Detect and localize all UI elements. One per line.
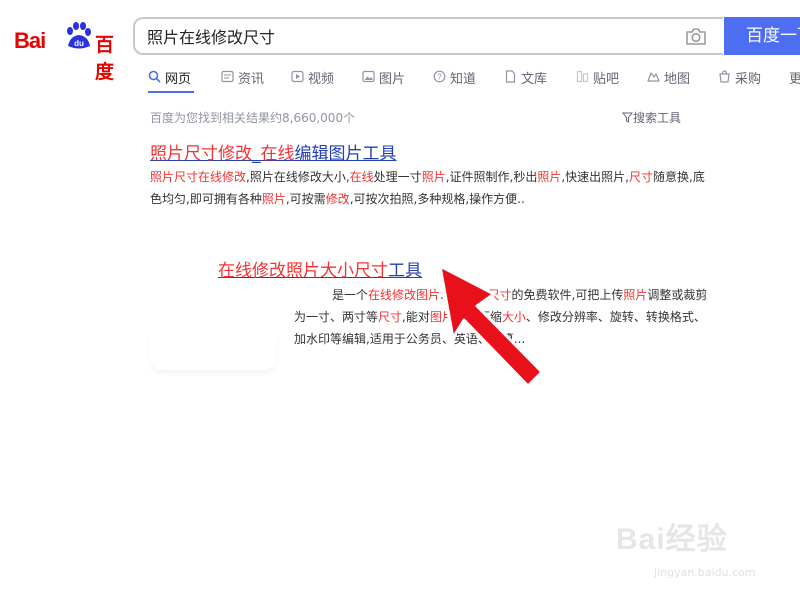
tab-purchase[interactable]: 采购 (718, 68, 761, 96)
title-segment: _ (252, 144, 261, 164)
camera-icon[interactable] (685, 26, 707, 46)
active-tab-indicator (148, 91, 194, 93)
result-card-shadow (150, 330, 276, 370)
abstract-segment: ,快速出照片, (561, 170, 629, 184)
tab-label: 资讯 (238, 72, 265, 87)
abstract-segment: 照片 (261, 192, 286, 206)
title-segment: 编辑图片工具 (294, 144, 397, 164)
paw-text: du (74, 39, 84, 48)
abstract-segment: 照片 (623, 288, 648, 302)
annotation-arrow-icon (438, 264, 544, 388)
tab-news[interactable]: 资讯 (221, 68, 264, 96)
abstract-segment: 在线 (349, 170, 374, 184)
tab-label: 贴吧 (593, 72, 620, 87)
filter-icon (621, 112, 634, 123)
abstract-segment: 照片 (421, 170, 446, 184)
search-button[interactable]: 百度一下 (724, 17, 800, 55)
tab-label: 知道 (450, 72, 477, 87)
tab-label: 更 (789, 72, 800, 87)
result-count: 百度为您找到相关结果约8,660,000个 (150, 111, 356, 125)
result-abstract-1: 照片尺寸在线修改,照片在线修改大小,在线处理一寸照片,证件照制作,秒出照片,快速… (150, 166, 710, 210)
tab-map[interactable]: 地图 (647, 68, 690, 96)
shop-icon (719, 70, 730, 83)
search-tools-label: 搜索工具 (633, 111, 682, 125)
tab-label: 视频 (308, 72, 335, 87)
search-icon (148, 70, 161, 83)
result-title-2[interactable]: 在线修改照片大小尺寸工具 (218, 256, 422, 281)
search-box[interactable] (133, 17, 723, 55)
abstract-segment: 是一个 (332, 288, 369, 302)
watermark-url: jingyan.baidu.com (654, 566, 756, 579)
tab-zhidao[interactable]: ? 知道 (433, 68, 476, 96)
result-title-1[interactable]: 照片尺寸修改_在线编辑图片工具 (150, 139, 397, 164)
watermark-brand: Bai经验 (616, 523, 728, 556)
tab-video[interactable]: 视频 (291, 68, 334, 96)
logo-text-right: 百度 (95, 34, 115, 83)
tab-more[interactable]: 更 (789, 68, 800, 96)
abstract-segment: ,可按次拍照,多种规格,操作方便.. (349, 192, 525, 206)
baidu-logo[interactable]: Bai du 百度 (14, 20, 124, 83)
title-segment: 工具 (388, 261, 422, 281)
tab-label: 采购 (735, 72, 762, 87)
doc-icon (505, 70, 516, 83)
abstract-segment: 尺寸 (378, 310, 403, 324)
abstract-segment: 照片尺寸在线修改 (150, 170, 247, 184)
tab-label: 地图 (664, 72, 691, 87)
abstract-segment: 照片 (537, 170, 562, 184)
abstract-segment: ,照片在线修改大小, (246, 170, 350, 184)
tab-wenku[interactable]: 文库 (504, 68, 547, 96)
paw-icon: du (67, 22, 91, 49)
abstract-segment: 修改 (325, 192, 350, 206)
map-icon (647, 72, 660, 82)
image-icon (362, 70, 375, 83)
title-segment: 照片尺寸修改 (150, 144, 252, 164)
svg-text:?: ? (437, 73, 442, 82)
video-icon (291, 70, 304, 83)
search-tools-button[interactable]: 搜索工具 (621, 109, 682, 126)
tab-tieba[interactable]: 贴吧 (576, 68, 619, 96)
abstract-segment: ,证件照制作,秒出 (445, 170, 538, 184)
abstract-segment: 尺寸 (629, 170, 654, 184)
question-icon: ? (433, 70, 446, 83)
logo-text-left: Bai (14, 28, 46, 53)
news-icon (221, 70, 234, 83)
tab-label: 图片 (379, 72, 406, 87)
abstract-segment: 处理一寸 (373, 170, 422, 184)
abstract-segment: ,可按需 (285, 192, 326, 206)
tab-label: 网页 (165, 72, 192, 87)
tab-image[interactable]: 图片 (362, 68, 405, 96)
tab-label: 文库 (521, 72, 548, 87)
title-segment: 在线 (260, 144, 295, 164)
title-segment: 在线修改照片大小尺寸 (218, 261, 388, 281)
search-input[interactable] (147, 19, 647, 53)
tieba-icon (576, 70, 589, 83)
